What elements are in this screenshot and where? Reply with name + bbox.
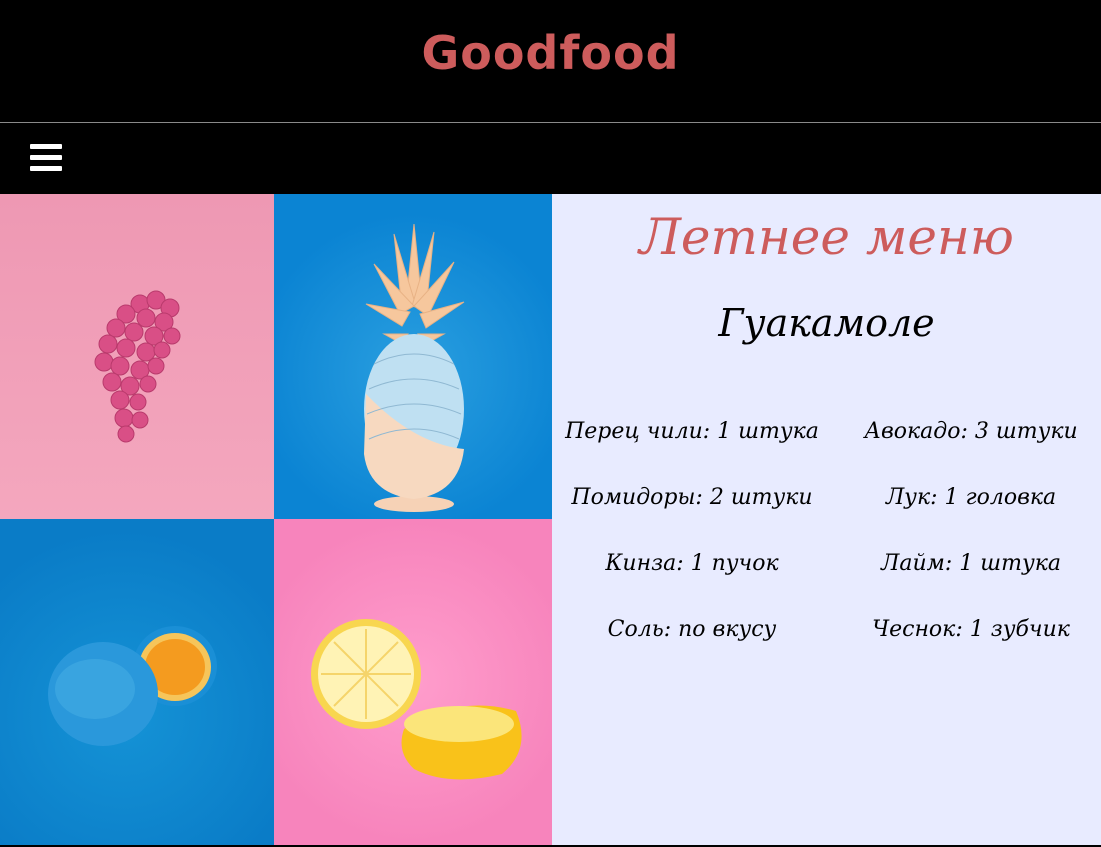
ingredient-item: Кинза: 1 пучок: [605, 551, 779, 576]
blue-orange-image: [0, 519, 274, 845]
menu-title: Летнее меню: [639, 208, 1014, 266]
menu-panel: Летнее меню Гуакамоле Перец чили: 1 штук…: [552, 194, 1101, 845]
photo-gallery: [0, 194, 552, 845]
ingredient-item: Перец чили: 1 штука: [565, 419, 819, 444]
ingredient-item: Лайм: 1 штука: [881, 551, 1061, 576]
site-logo[interactable]: Goodfood: [0, 26, 1101, 80]
ingredient-item: Помидоры: 2 штуки: [571, 485, 813, 510]
ingredient-item: Авокадо: 3 штуки: [864, 419, 1078, 444]
hamburger-menu-icon[interactable]: [28, 140, 64, 176]
ingredient-item: Чеснок: 1 зубчик: [872, 617, 1070, 642]
ingredient-item: Лук: 1 головка: [885, 485, 1057, 510]
ingredient-item: Соль: по вкусу: [607, 617, 777, 642]
lemon-image: [274, 519, 552, 845]
pink-grapes-image: [0, 194, 274, 519]
recipe-name: Гуакамоле: [718, 301, 935, 345]
header: Goodfood: [0, 0, 1101, 122]
navbar: [0, 123, 1101, 194]
pineapple-image: [274, 194, 552, 519]
